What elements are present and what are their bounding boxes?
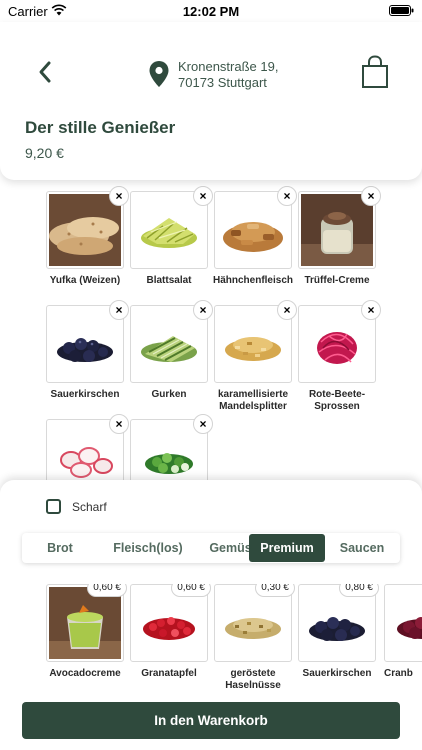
item-label: Hähnchenfleisch xyxy=(212,275,294,286)
status-time: 12:02 PM xyxy=(182,4,240,19)
truffle-cream-icon xyxy=(301,194,373,266)
cherries-icon xyxy=(309,617,365,641)
pomegranate-icon xyxy=(143,617,195,640)
tab-brot[interactable]: Brot xyxy=(23,534,97,562)
selected-item[interactable]: × Gurken xyxy=(130,300,213,401)
item-label: Granatapfel xyxy=(141,668,197,679)
item-label: karamellisierte Mandelsplitter xyxy=(217,389,289,412)
remove-item-button[interactable]: × xyxy=(109,300,129,320)
header-card: Kronenstraße 19, 70173 Stuttgart Der sti… xyxy=(0,22,422,180)
selected-item[interactable]: × Blattsalat xyxy=(130,186,213,287)
battery-icon xyxy=(389,5,414,16)
delivery-address[interactable]: Kronenstraße 19, 70173 Stuttgart xyxy=(178,59,278,91)
ingredient-picker-sheet: Scharf Brot Fleisch(los) Gemüse Premium … xyxy=(0,480,422,750)
location-pin-icon xyxy=(149,61,169,87)
salad-icon xyxy=(141,218,197,248)
chicken-icon xyxy=(223,222,283,252)
item-label: Avocadocreme xyxy=(49,668,121,679)
extra-price-badge: 0,80 € xyxy=(339,584,379,597)
selected-item[interactable]: × xyxy=(46,414,129,480)
item-label: Yufka (Weizen) xyxy=(49,275,121,286)
status-bar: Carrier 12:02 PM xyxy=(0,0,422,22)
item-image-frame: × xyxy=(130,414,213,480)
item-image-frame: 0,80 € xyxy=(298,584,379,662)
cucumber-icon xyxy=(141,336,197,362)
avocado-cream-icon xyxy=(49,587,121,659)
tab-saucen[interactable]: Saucen xyxy=(325,534,399,562)
item-label: geröstete Haselnüsse xyxy=(225,668,281,691)
extra-price-badge: 0,60 € xyxy=(171,584,211,597)
remove-item-button[interactable]: × xyxy=(277,300,297,320)
selected-item[interactable]: × Sauerkirschen xyxy=(46,300,129,401)
extra-price-badge: 0,60 € xyxy=(87,584,127,597)
item-image-frame: × xyxy=(130,300,213,383)
selected-item[interactable]: × Hähnchenfleisch xyxy=(213,186,297,287)
tab-premium[interactable]: Premium xyxy=(249,534,325,562)
item-image-frame: × xyxy=(298,300,381,383)
category-tabs: Brot Fleisch(los) Gemüse Premium Saucen xyxy=(22,533,400,563)
item-image-frame xyxy=(384,584,422,662)
remove-item-button[interactable]: × xyxy=(193,300,213,320)
tab-fleisch[interactable]: Fleisch(los) xyxy=(97,534,199,562)
cranberry-icon xyxy=(397,617,422,639)
item-image-frame: × xyxy=(130,186,213,269)
extra-price-badge: 0,30 € xyxy=(255,584,295,597)
selected-ingredients-grid: × Yufka (Weizen) × Blattsalat × Hähnchen… xyxy=(0,180,422,480)
spicy-label[interactable]: Scharf xyxy=(72,500,107,514)
remove-item-button[interactable]: × xyxy=(109,414,129,434)
item-image-frame: 0,60 € xyxy=(46,584,127,662)
remove-item-button[interactable]: × xyxy=(361,300,381,320)
hazelnut-icon xyxy=(225,618,281,639)
remove-item-button[interactable]: × xyxy=(193,186,213,206)
selected-item[interactable]: × Rote-Beete-Sprossen xyxy=(298,300,381,413)
remove-item-button[interactable]: × xyxy=(193,414,213,434)
item-image-frame: × xyxy=(46,186,129,269)
extra-item[interactable]: 0,30 € geröstete Haselnüsse xyxy=(214,584,295,692)
item-image-frame: × xyxy=(46,414,129,480)
address-line2: 70173 Stuttgart xyxy=(178,75,267,90)
remove-item-button[interactable]: × xyxy=(109,186,129,206)
extra-item[interactable]: 0,60 € Avocadocreme xyxy=(46,584,127,680)
extra-item[interactable]: 0,80 € Sauerkirschen xyxy=(298,584,379,680)
remove-item-button[interactable]: × xyxy=(277,186,297,206)
item-label: Trüffel-Creme xyxy=(304,275,370,286)
address-line1: Kronenstraße 19, xyxy=(178,59,279,74)
remove-item-button[interactable]: × xyxy=(361,186,381,206)
extra-item[interactable]: 0,60 € Granatapfel xyxy=(130,584,211,680)
item-image-frame: × xyxy=(214,300,297,383)
item-image-frame: 0,60 € xyxy=(130,584,211,662)
spring-onion-icon xyxy=(145,453,193,474)
radish-icon xyxy=(60,447,113,478)
item-label: Sauerkirschen xyxy=(302,668,372,679)
item-image-frame: × xyxy=(298,186,381,269)
cherries-icon xyxy=(57,338,113,362)
product-title: Der stille Genießer xyxy=(25,118,176,137)
selected-item[interactable]: × Trüffel-Creme xyxy=(298,186,381,287)
item-label: Sauerkirschen xyxy=(50,389,120,400)
selected-item[interactable]: × karamellisierte Mandelsplitter xyxy=(214,300,297,413)
back-chevron-icon[interactable] xyxy=(36,60,54,84)
extras-list: 0,60 € Avocadocreme 0,60 € Granatapfel 0… xyxy=(0,584,422,694)
item-image-frame: × xyxy=(214,186,297,269)
shopping-bag-icon[interactable] xyxy=(360,55,390,89)
selected-item[interactable]: × xyxy=(130,414,213,480)
almond-icon xyxy=(225,337,281,361)
extra-item[interactable]: Cranb xyxy=(384,584,422,680)
yufka-icon xyxy=(49,194,121,266)
item-label: Blattsalat xyxy=(146,275,192,286)
product-price: 9,20 € xyxy=(25,145,64,161)
item-label: Cranb xyxy=(384,668,413,679)
beet-sprouts-icon xyxy=(317,332,357,364)
selected-item[interactable]: × Yufka (Weizen) xyxy=(46,186,129,287)
item-label: Gurken xyxy=(151,389,187,400)
item-image-frame: × xyxy=(46,300,129,383)
spicy-checkbox[interactable] xyxy=(46,499,61,514)
add-to-cart-button[interactable]: In den Warenkorb xyxy=(22,702,400,739)
item-label: Rote-Beete-Sprossen xyxy=(308,389,366,412)
item-image-frame: 0,30 € xyxy=(214,584,295,662)
